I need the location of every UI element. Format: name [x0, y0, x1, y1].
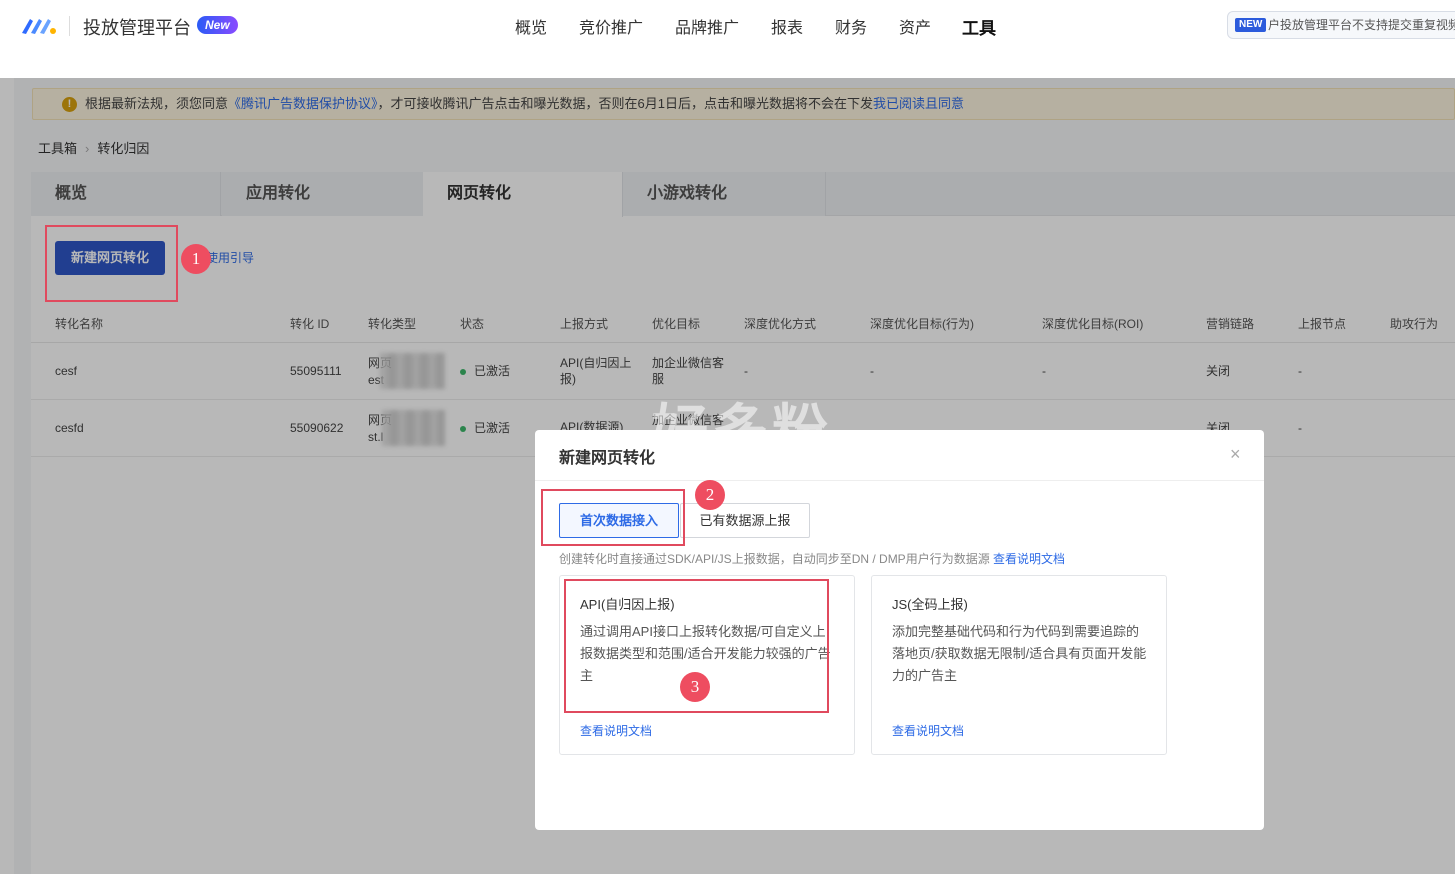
modal-description: 创建转化时直接通过SDK/API/JS上报数据，自动同步至DN / DMP用户行… — [559, 550, 1065, 567]
option-api-doc-link[interactable]: 查看说明文档 — [580, 722, 652, 739]
new-badge: New — [197, 16, 238, 34]
watermark-en: haoduofen.com — [660, 448, 880, 481]
option-js-doc-link[interactable]: 查看说明文档 — [892, 722, 964, 739]
notice-text: 户投放管理平台不支持提交重复视频 — [1268, 18, 1455, 32]
nav-item-bidding[interactable]: 竞价推广 — [579, 14, 643, 38]
annotation-number-1: 1 — [181, 244, 211, 274]
app-title: 投放管理平台 — [83, 18, 191, 38]
notice-pill[interactable]: NEW 户投放管理平台不支持提交重复视频 — [1227, 11, 1455, 39]
annotation-box-2 — [541, 489, 685, 546]
nav-item-overview[interactable]: 概览 — [515, 14, 547, 38]
nav-item-assets[interactable]: 资产 — [899, 14, 931, 38]
annotation-number-2: 2 — [695, 480, 725, 510]
existing-source-report-button[interactable]: 已有数据源上报 — [680, 503, 810, 538]
modal-desc-doc-link[interactable]: 查看说明文档 — [993, 552, 1065, 566]
nav-item-reports[interactable]: 报表 — [771, 14, 803, 38]
annotation-number-3: 3 — [680, 672, 710, 702]
notice-new-tag: NEW — [1235, 18, 1267, 32]
annotation-box-1 — [45, 225, 178, 302]
top-navigation-bar: 投放管理平台 New 概览 竞价推广 品牌推广 报表 财务 资产 工具 NEW … — [0, 0, 1455, 52]
modal-desc-text: 创建转化时直接通过SDK/API/JS上报数据，自动同步至DN / DMP用户行… — [559, 552, 990, 566]
logo-divider — [69, 16, 70, 36]
option-js-title: JS(全码上报) — [892, 597, 968, 612]
brand-logo-icon[interactable] — [20, 11, 60, 39]
nav-item-tools[interactable]: 工具 — [962, 14, 996, 39]
modal-title: 新建网页转化 — [559, 450, 656, 467]
close-icon[interactable]: × — [1230, 444, 1241, 465]
option-js-body: 添加完整基础代码和行为代码到需要追踪的落地页/获取数据无限制/适合具有页面开发能… — [892, 624, 1147, 683]
modal-divider — [535, 480, 1264, 481]
nav-item-finance[interactable]: 财务 — [835, 14, 867, 38]
nav-item-brand[interactable]: 品牌推广 — [675, 14, 739, 38]
